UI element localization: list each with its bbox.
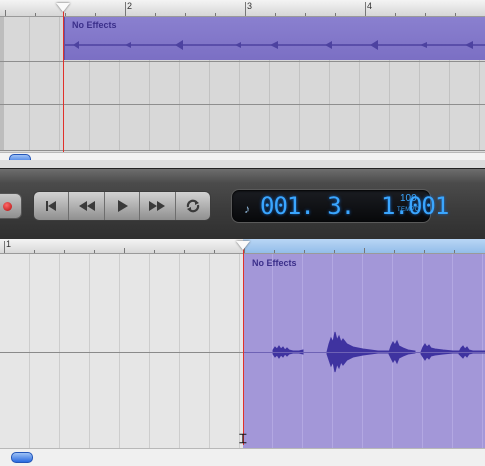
editor-ruler-mark-1: 1: [6, 239, 12, 249]
top-ruler[interactable]: 2 3 4: [0, 0, 485, 17]
transport-controls: [33, 191, 211, 221]
rewind-icon: [78, 201, 95, 211]
time-display: 001. 3. 1.001: [260, 192, 449, 220]
rewind-button[interactable]: [69, 192, 105, 220]
note-icon: ♪: [244, 202, 250, 216]
I-beam-cursor-icon: ⌶: [239, 432, 247, 447]
top-timeline: 2 3 4 No Effects: [0, 0, 485, 160]
waveform-editor: [272, 331, 485, 373]
top-scrollbar[interactable]: [0, 152, 485, 160]
region-label-editor: No Effects: [252, 258, 297, 268]
editor-scrollbar[interactable]: [0, 448, 485, 466]
cycle-icon: [186, 199, 200, 213]
playhead-top[interactable]: [56, 3, 70, 12]
record-button[interactable]: [0, 193, 22, 219]
ruler-mark-3: 3: [247, 1, 253, 11]
play-button[interactable]: [105, 192, 141, 220]
audio-region-top[interactable]: No Effects: [64, 17, 485, 60]
go-to-beginning-button[interactable]: [34, 192, 70, 220]
transport-bar: ♪ 001. 3. 1.001 100 TEMPO: [0, 168, 485, 240]
fast-forward-icon: [149, 201, 166, 211]
waveform-top: [65, 40, 485, 50]
tempo-label: TEMPO: [397, 207, 420, 213]
fast-forward-button[interactable]: [140, 192, 176, 220]
top-scroll-thumb[interactable]: [9, 154, 31, 160]
tempo-value: 100: [400, 193, 417, 204]
playhead-editor[interactable]: [236, 241, 250, 250]
record-icon: [3, 202, 12, 211]
cycle-button[interactable]: [176, 192, 210, 220]
playhead-line-editor: [243, 245, 244, 445]
track-lane-3[interactable]: [0, 105, 485, 151]
play-icon: [118, 200, 129, 212]
ruler-mark-2: 2: [127, 1, 133, 11]
lcd-display[interactable]: ♪ 001. 3. 1.001 100 TEMPO: [231, 189, 449, 223]
playhead-line-top: [63, 10, 64, 154]
track-editor: 1 No Effects: [0, 239, 485, 449]
go-to-beginning-icon: [46, 201, 57, 211]
track-lane-2[interactable]: [0, 62, 485, 105]
ruler-mark-4: 4: [367, 1, 373, 11]
audio-region-editor[interactable]: No Effects: [243, 254, 485, 449]
editor-scroll-thumb[interactable]: [11, 452, 33, 463]
region-label-top: No Effects: [72, 20, 117, 30]
